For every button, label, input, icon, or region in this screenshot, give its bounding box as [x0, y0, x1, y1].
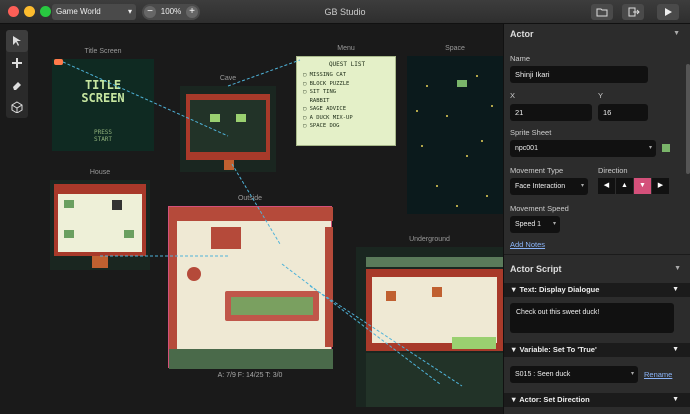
- inspector-panel: Actor ▼ Name Shinji Ikari X Y 21 16 Spri…: [503, 24, 690, 414]
- event-header-set-direction[interactable]: ▼ Actor: Set Direction ▼: [504, 393, 690, 407]
- event-menu-icon[interactable]: ▼: [672, 393, 679, 407]
- variable-value: S015 : Seen duck: [515, 371, 571, 378]
- arrow-up-icon: ▲: [621, 182, 628, 189]
- add-notes-link[interactable]: Add Notes: [510, 240, 545, 249]
- play-icon: [665, 8, 672, 16]
- name-label: Name: [510, 54, 531, 63]
- zoom-in-button[interactable]: +: [186, 6, 198, 18]
- expand-icon: ▼: [510, 345, 518, 354]
- zoom-control: − 100% +: [142, 4, 200, 20]
- actor-section-header[interactable]: Actor ▼: [504, 24, 690, 44]
- minimize-window-button[interactable]: [24, 6, 35, 17]
- event-title: Actor: Set Direction: [519, 395, 590, 404]
- arrow-left-icon: ◀: [603, 182, 610, 189]
- expand-icon: ▼: [510, 395, 518, 404]
- chevron-down-icon: ▾: [552, 221, 556, 227]
- close-window-button[interactable]: [8, 6, 19, 17]
- chevron-down-icon: ▾: [630, 371, 634, 377]
- expand-icon: ▼: [510, 285, 518, 294]
- variable-select[interactable]: S015 : Seen duck ▾: [510, 366, 638, 383]
- collapse-icon: ▼: [673, 30, 680, 37]
- movement-speed-select[interactable]: Speed 1 ▾: [510, 216, 560, 233]
- open-folder-button[interactable]: [591, 4, 613, 20]
- collapse-icon: ▼: [674, 265, 681, 272]
- direction-up-button[interactable]: ▲: [616, 178, 633, 194]
- x-label: X: [510, 91, 516, 100]
- zoom-level: 100%: [160, 7, 182, 16]
- direction-label: Direction: [598, 166, 628, 175]
- export-button[interactable]: [622, 4, 644, 20]
- movement-type-label: Movement Type: [510, 166, 564, 175]
- event-menu-icon[interactable]: ▼: [672, 343, 679, 357]
- actor-script-header[interactable]: Actor Script ▼: [504, 259, 690, 279]
- arrow-down-icon: ▼: [639, 182, 646, 189]
- direction-down-button[interactable]: ▼: [634, 178, 651, 194]
- zoom-out-button[interactable]: −: [144, 6, 156, 18]
- rename-link[interactable]: Rename: [644, 370, 672, 379]
- chevron-down-icon: ▾: [648, 145, 652, 151]
- name-field[interactable]: Shinji Ikari: [510, 66, 648, 83]
- direction-left-button[interactable]: ◀: [598, 178, 615, 194]
- x-field[interactable]: 21: [510, 104, 592, 121]
- dialogue-text: Check out this sweet duck!: [516, 309, 600, 316]
- direction-right-button[interactable]: ▶: [652, 178, 669, 194]
- project-select-label: Game World: [56, 7, 101, 16]
- dialogue-textarea[interactable]: Check out this sweet duck!: [510, 303, 674, 333]
- project-select[interactable]: Game World ▾: [52, 4, 136, 20]
- chevron-down-icon: ▾: [580, 183, 584, 189]
- movement-type-value: Face Interaction: [515, 183, 566, 190]
- scene-connections: [62, 59, 463, 387]
- world-canvas[interactable]: Title Screen TITLE SCREEN PRESS START Me…: [0, 24, 503, 414]
- y-label: Y: [598, 91, 604, 100]
- actor-section-title: Actor: [510, 29, 534, 39]
- title-bar: Game World ▾ − 100% + GB Studio: [0, 0, 690, 24]
- y-field[interactable]: 16: [598, 104, 648, 121]
- play-button[interactable]: [657, 4, 679, 20]
- event-title: Variable: Set To 'True': [519, 345, 597, 354]
- sprite-preview-icon: [660, 143, 672, 153]
- event-menu-icon[interactable]: ▼: [672, 283, 679, 297]
- zoom-window-button[interactable]: [40, 6, 51, 17]
- event-title: Text: Display Dialogue: [519, 285, 600, 294]
- movement-speed-value: Speed 1: [515, 221, 542, 228]
- sprite-sheet-label: Sprite Sheet: [510, 128, 552, 137]
- sprite-sheet-value: npc001: [515, 145, 538, 152]
- movement-type-select[interactable]: Face Interaction ▾: [510, 178, 588, 195]
- divider: [504, 254, 690, 255]
- event-header-display-dialogue[interactable]: ▼ Text: Display Dialogue ▼: [504, 283, 690, 297]
- app-title: GB Studio: [324, 7, 366, 17]
- export-icon: [628, 7, 640, 17]
- movement-speed-label: Movement Speed: [510, 204, 569, 213]
- event-header-set-variable[interactable]: ▼ Variable: Set To 'True' ▼: [504, 343, 690, 357]
- arrow-right-icon: ▶: [657, 182, 664, 189]
- panel-scrollbar[interactable]: [686, 64, 690, 174]
- actor-script-title: Actor Script: [510, 264, 562, 274]
- sprite-sheet-select[interactable]: npc001 ▾: [510, 140, 656, 157]
- folder-icon: [596, 8, 608, 17]
- chevron-down-icon: ▾: [127, 7, 132, 16]
